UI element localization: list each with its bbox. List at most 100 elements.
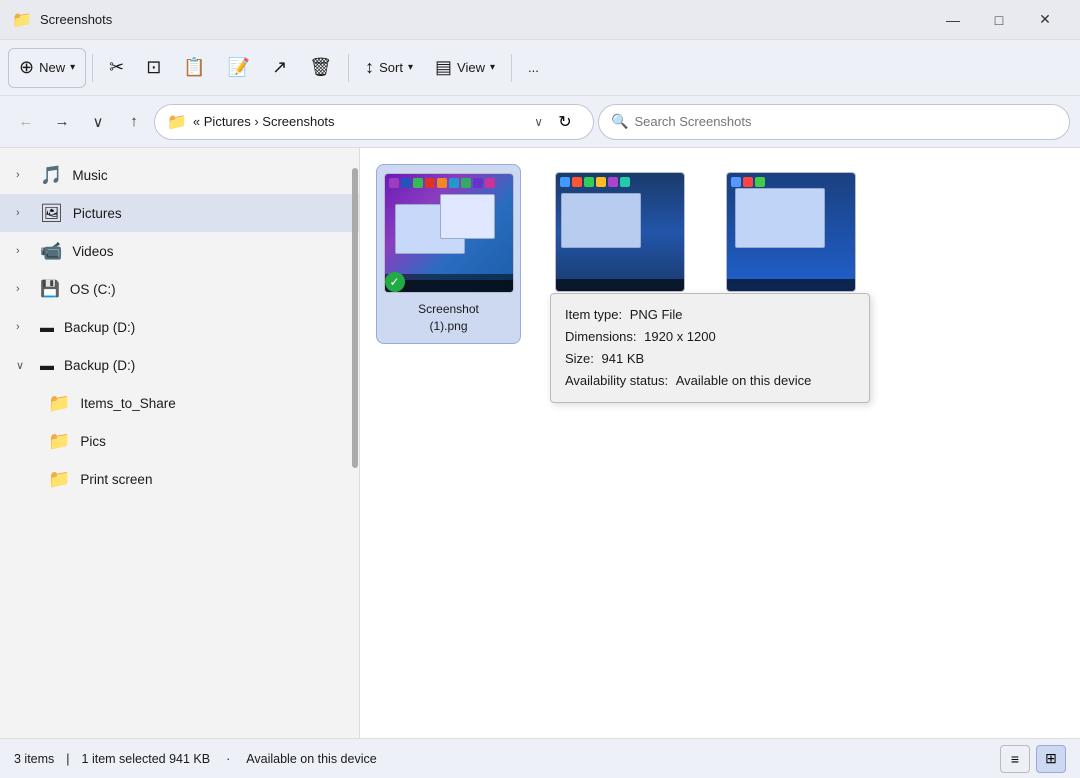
dropdown-button[interactable]: ∨ [82,106,114,138]
list-view-button[interactable]: ≡ [1000,745,1030,773]
status-separator-1: | [66,752,69,766]
up-button[interactable]: ↑ [118,106,150,138]
sidebar-print-screen-label: Print screen [80,472,343,487]
file-area: ✓ Screenshot(1).png [360,148,1080,738]
backup-collapsed-chevron-icon: › [16,321,30,333]
sort-label: Sort [379,60,403,75]
new-chevron-icon: ▾ [70,62,75,73]
rename-icon: 📝 [228,57,250,78]
os-icon: 💾 [40,279,60,299]
status-bar-right: ≡ ⊞ [1000,745,1066,773]
sidebar-item-os-c[interactable]: › 💾 OS (C:) [0,270,359,308]
view-label: View [457,60,485,75]
toolbar-separator-2 [348,54,349,82]
address-path[interactable]: 📁 « Pictures › Screenshots ∨ ↻ [154,104,594,140]
forward-button[interactable]: → [46,106,78,138]
more-button[interactable]: ... [518,48,549,88]
file-item-screenshot-1[interactable]: ✓ Screenshot(1).png [376,164,521,344]
backup-expanded-icon: ▬ [40,357,54,373]
search-icon: 🔍 [611,113,628,130]
pics-icon: 📁 [48,431,70,452]
view-chevron-icon: ▾ [490,62,495,73]
new-icon: ⊕ [19,57,34,78]
search-input[interactable] [634,114,1057,129]
file-check-icon: ✓ [385,272,405,292]
cut-button[interactable]: ✂ [99,48,134,88]
title-bar: 📁 Screenshots — □ ✕ [0,0,1080,40]
items-count: 3 items [14,752,54,766]
copy-button[interactable]: ⊡ [136,48,171,88]
tooltip-availability: Availability status: Available on this d… [565,370,855,392]
path-text: « Pictures › Screenshots [193,114,528,129]
maximize-button[interactable]: □ [976,4,1022,36]
tooltip-dimensions-value: 1920 x 1200 [644,329,716,344]
file-tooltip: Item type: PNG File Dimensions: 1920 x 1… [550,293,870,403]
grid-view-button[interactable]: ⊞ [1036,745,1066,773]
search-box[interactable]: 🔍 [598,104,1070,140]
sidebar-item-backup-d-collapsed[interactable]: › ▬ Backup (D:) [0,308,359,346]
print-screen-icon: 📁 [48,469,70,490]
sidebar-backup-collapsed-label: Backup (D:) [64,320,343,335]
folder-icon: 📁 [12,10,32,30]
sidebar-item-backup-d-expanded[interactable]: ∨ ▬ Backup (D:) [0,346,359,384]
tooltip-item-type-label: Item type: [565,307,622,322]
toolbar-separator-3 [511,54,512,82]
tooltip-availability-label: Availability status: [565,373,668,388]
delete-button[interactable]: 🗑 [299,48,342,88]
sidebar-videos-label: Videos [72,244,343,259]
minimize-button[interactable]: — [930,4,976,36]
availability-status: Available on this device [246,752,376,766]
toolbar-separator-1 [92,54,93,82]
view-button[interactable]: ▤ View ▾ [425,48,505,88]
title-controls: — □ ✕ [930,4,1068,36]
file-thumbnail-2 [555,172,685,292]
sidebar-os-label: OS (C:) [70,282,343,297]
tooltip-size-label: Size: [565,351,594,366]
backup-collapsed-icon: ▬ [40,319,54,335]
sort-icon: ↕ [365,57,374,78]
copy-icon: ⊡ [146,57,161,78]
sidebar-item-pictures[interactable]: › 🖼 Pictures [0,194,359,232]
sidebar-item-print-screen[interactable]: 📁 Print screen [0,460,359,498]
videos-icon: 📹 [40,241,62,262]
tooltip-size: Size: 941 KB [565,348,855,370]
new-button[interactable]: ⊕ New ▾ [8,48,86,88]
music-icon: 🎵 [40,165,62,186]
sidebar-item-pics[interactable]: 📁 Pics [0,422,359,460]
sidebar-backup-expanded-label: Backup (D:) [64,358,343,373]
file-thumbnail-3 [726,172,856,292]
tooltip-dimensions-label: Dimensions: [565,329,637,344]
path-chevron-icon[interactable]: ∨ [534,115,543,129]
paste-button[interactable]: 📋 [173,48,215,88]
title-bar-left: 📁 Screenshots [12,10,112,30]
share-button[interactable]: ↗ [262,48,297,88]
sidebar-item-videos[interactable]: › 📹 Videos [0,232,359,270]
refresh-button[interactable]: ↻ [549,106,581,138]
close-button[interactable]: ✕ [1022,4,1068,36]
file-name-1: Screenshot(1).png [418,301,479,335]
sidebar-scrollbar[interactable] [351,148,359,738]
toolbar: ⊕ New ▾ ✂ ⊡ 📋 📝 ↗ 🗑 ↕ Sort ▾ ▤ View ▾ ..… [0,40,1080,96]
status-bar: 3 items | 1 item selected 941 KB · Avail… [0,738,1080,778]
backup-expanded-chevron-icon: ∨ [16,359,30,372]
main-content: › 🎵 Music › 🖼 Pictures › 📹 Videos › 💾 OS… [0,148,1080,738]
paste-icon: 📋 [183,57,205,78]
address-bar: ← → ∨ ↑ 📁 « Pictures › Screenshots ∨ ↻ 🔍 [0,96,1080,148]
back-button[interactable]: ← [10,106,42,138]
sidebar-scrollbar-thumb [352,168,358,468]
sidebar: › 🎵 Music › 🖼 Pictures › 📹 Videos › 💾 OS… [0,148,360,738]
sidebar-item-music[interactable]: › 🎵 Music [0,156,359,194]
window-title: Screenshots [40,12,112,27]
sort-button[interactable]: ↕ Sort ▾ [355,48,423,88]
tooltip-item-type-value: PNG File [630,307,683,322]
pictures-icon: 🖼 [40,203,63,224]
new-label: New [39,60,65,75]
status-separator-2: · [226,752,230,766]
rename-button[interactable]: 📝 [218,48,260,88]
os-chevron-icon: › [16,283,30,295]
selected-info: 1 item selected 941 KB [82,752,211,766]
tooltip-item-type: Item type: PNG File [565,304,855,326]
items-to-share-icon: 📁 [48,393,70,414]
cut-icon: ✂ [109,57,124,78]
sidebar-item-items-to-share[interactable]: 📁 Items_to_Share [0,384,359,422]
